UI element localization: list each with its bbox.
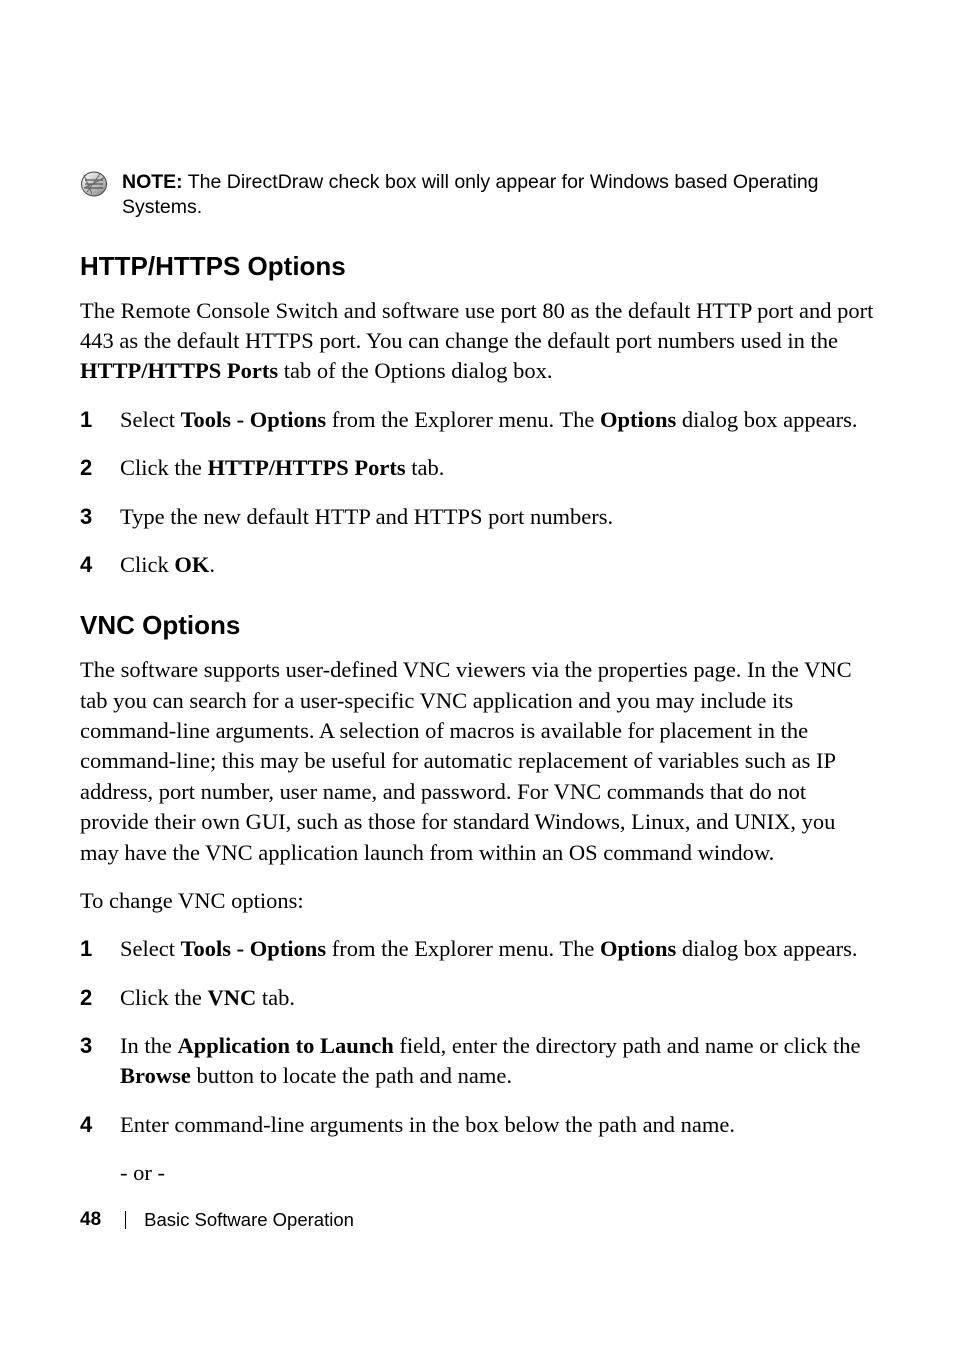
note-body: The DirectDraw check box will only appea… xyxy=(122,171,819,218)
page-number: 48 xyxy=(80,1209,101,1231)
text: In the xyxy=(120,1033,177,1058)
note-label: NOTE: xyxy=(122,171,183,193)
note-text: NOTE: The DirectDraw check box will only… xyxy=(122,170,874,221)
step-3: Type the new default HTTP and HTTPS port… xyxy=(80,502,874,532)
bold-text: Application to Launch xyxy=(177,1033,393,1058)
step-1: Select Tools - Options from the Explorer… xyxy=(80,405,874,435)
text: Click the xyxy=(120,455,207,480)
text: tab. xyxy=(256,985,295,1010)
or-separator: - or - xyxy=(120,1158,874,1188)
note-icon xyxy=(80,170,108,203)
text: Select xyxy=(120,936,181,961)
text: . xyxy=(209,552,215,577)
bold-text: HTTP/HTTPS Ports xyxy=(207,455,405,480)
step-4: Enter command-line arguments in the box … xyxy=(80,1110,874,1140)
step-2: Click the VNC tab. xyxy=(80,983,874,1013)
text: dialog box appears. xyxy=(676,936,857,961)
text: field, enter the directory path and name… xyxy=(394,1033,861,1058)
text: tab. xyxy=(406,455,445,480)
heading-vnc-options: VNC Options xyxy=(80,610,874,641)
text: dialog box appears. xyxy=(676,407,857,432)
page-footer: 48 Basic Software Operation xyxy=(80,1209,354,1231)
footer-divider xyxy=(125,1211,126,1229)
text: Select xyxy=(120,407,181,432)
step-2: Click the HTTP/HTTPS Ports tab. xyxy=(80,453,874,483)
text: button to locate the path and name. xyxy=(191,1063,512,1088)
intro-http: The Remote Console Switch and software u… xyxy=(80,296,874,387)
bold-text: HTTP/HTTPS Ports xyxy=(80,358,278,383)
bold-text: Options xyxy=(600,936,676,961)
steps-http: Select Tools - Options from the Explorer… xyxy=(80,405,874,581)
text: Enter command-line arguments in the box … xyxy=(120,1112,735,1137)
bold-text: VNC xyxy=(207,985,256,1010)
step-3: In the Application to Launch field, ente… xyxy=(80,1031,874,1092)
bold-text: Tools - Options xyxy=(181,407,326,432)
step-4: Click OK. xyxy=(80,550,874,580)
bold-text: Tools - Options xyxy=(181,936,326,961)
text: Type the new default HTTP and HTTPS port… xyxy=(120,504,613,529)
bold-text: Browse xyxy=(120,1063,191,1088)
text: tab of the Options dialog box. xyxy=(278,358,552,383)
note-block: NOTE: The DirectDraw check box will only… xyxy=(80,170,874,221)
step-1: Select Tools - Options from the Explorer… xyxy=(80,934,874,964)
page: NOTE: The DirectDraw check box will only… xyxy=(0,0,954,1351)
heading-http-https-options: HTTP/HTTPS Options xyxy=(80,251,874,282)
lead-vnc: To change VNC options: xyxy=(80,886,874,916)
text: Click xyxy=(120,552,174,577)
text: from the Explorer menu. The xyxy=(326,936,600,961)
bold-text: Options xyxy=(600,407,676,432)
text: Click the xyxy=(120,985,207,1010)
text: The Remote Console Switch and software u… xyxy=(80,298,873,353)
steps-vnc: Select Tools - Options from the Explorer… xyxy=(80,934,874,1140)
intro-vnc: The software supports user-defined VNC v… xyxy=(80,655,874,868)
text: from the Explorer menu. The xyxy=(326,407,600,432)
chapter-title: Basic Software Operation xyxy=(144,1209,354,1231)
bold-text: OK xyxy=(174,552,209,577)
